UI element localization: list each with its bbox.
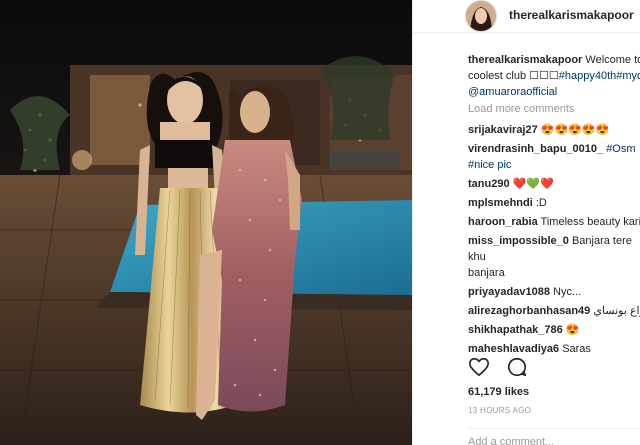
comment-text: 😍😍😍😍😍 xyxy=(540,124,610,136)
caption-mention[interactable]: @amuaroraofficial xyxy=(468,86,557,98)
comment-text: Saras xyxy=(562,343,591,355)
caption-username[interactable]: therealkarismakapoor xyxy=(468,54,582,66)
caption-text: Welcome to xyxy=(582,54,640,66)
comment-text: 😍 xyxy=(565,324,580,336)
comment-text: انواع بونساي xyxy=(593,305,640,317)
comment-item: srijakaviraj27 😍😍😍😍😍 xyxy=(468,122,640,138)
comment-item: alirezaghorbanhasan49 انواع بونساي xyxy=(468,303,640,319)
photo-scene xyxy=(0,0,412,445)
comment-text: Timeless beauty karis xyxy=(540,216,640,228)
post-side-panel: therealkarismakapoor therealkarismakapoo… xyxy=(413,0,640,445)
comment-hashtag[interactable]: #Osm xyxy=(606,143,635,155)
load-more-comments[interactable]: Load more comments xyxy=(468,103,574,115)
comments-list: srijakaviraj27 😍😍😍😍😍 virendrasinh_bapu_0… xyxy=(468,122,640,360)
comment-username[interactable]: miss_impossible_0 xyxy=(468,235,569,247)
comment-username[interactable]: shikhapathak_786 xyxy=(468,324,563,336)
comment-text-2: banjara xyxy=(468,267,505,279)
comment-item: tanu290 ❤️💚❤️ xyxy=(468,176,640,192)
comment-username[interactable]: alirezaghorbanhasan49 xyxy=(468,305,590,317)
post-caption: therealkarismakapoor Welcome to coolest … xyxy=(468,52,640,100)
caption-text-2: coolest club xyxy=(468,70,530,82)
caption-emoji: ☐☐☐ xyxy=(529,70,559,82)
comment-username[interactable]: mplsmehndi xyxy=(468,197,533,209)
post-actions xyxy=(468,356,540,380)
comment-username[interactable]: srijakaviraj27 xyxy=(468,124,538,136)
comment-username[interactable]: maheshlavadiya6 xyxy=(468,343,559,355)
post-timestamp: 13 HOURS AGO xyxy=(468,406,532,415)
comment-username[interactable]: virendrasinh_bapu_0010_ xyxy=(468,143,603,155)
comment-username[interactable]: tanu290 xyxy=(468,178,510,190)
comment-divider xyxy=(468,428,640,429)
post-header: therealkarismakapoor xyxy=(413,0,640,33)
caption-hashtag-2[interactable]: #myc xyxy=(616,70,640,82)
heart-icon[interactable] xyxy=(468,356,490,383)
comment-item: mplsmehndi :D xyxy=(468,195,640,211)
likes-count[interactable]: 61,179 likes xyxy=(468,386,529,398)
comment-item: shikhapathak_786 😍 xyxy=(468,322,640,338)
add-comment-input[interactable]: Add a comment... xyxy=(468,436,554,445)
comment-hashtag[interactable]: #nice pic xyxy=(468,159,511,171)
comment-item: maheshlavadiya6 Saras xyxy=(468,341,640,357)
comment-text: ❤️💚❤️ xyxy=(512,178,554,190)
comment-username[interactable]: haroon_rabia xyxy=(468,216,538,228)
comment-item: miss_impossible_0 Banjara tere khu banja… xyxy=(468,233,640,281)
comment-username[interactable]: priyayadav1088 xyxy=(468,286,550,298)
caption-hashtag[interactable]: #happy40th xyxy=(559,70,617,82)
profile-avatar[interactable] xyxy=(465,0,497,32)
avatar-image xyxy=(466,1,496,31)
post-photo[interactable] xyxy=(0,0,412,445)
comment-item: virendrasinh_bapu_0010_ #Osm #nice pic xyxy=(468,141,640,173)
comment-text: Nyc... xyxy=(553,286,582,298)
comment-bubble-icon[interactable] xyxy=(506,356,528,383)
comment-text: :D xyxy=(535,197,547,209)
comment-item: priyayadav1088 Nyc... xyxy=(468,284,640,300)
header-username[interactable]: therealkarismakapoor xyxy=(509,8,634,22)
comment-item: haroon_rabia Timeless beauty karis xyxy=(468,214,640,230)
